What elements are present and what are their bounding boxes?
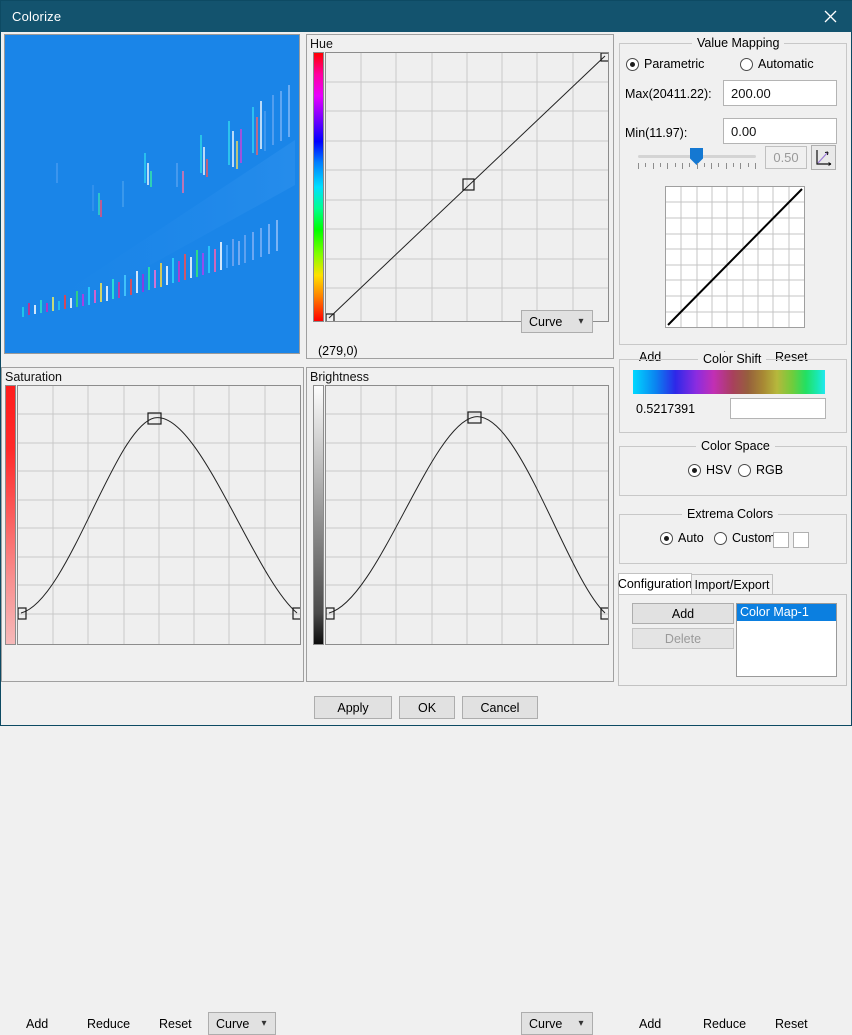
saturation-reduce-button[interactable]: Reduce (87, 1017, 130, 1031)
radio-custom-label: Custom (732, 531, 775, 545)
hue-curve-plot[interactable] (325, 52, 609, 322)
chevron-down-icon: ▾ (570, 1018, 592, 1029)
radio-dot-icon (660, 532, 673, 545)
colorize-dialog: Colorize (0, 0, 852, 726)
brightness-curve-graph (326, 386, 608, 644)
configuration-tab-body: Add Delete Color Map-1 (618, 594, 847, 686)
brightness-gradient-bar (313, 385, 324, 645)
max-label: Max(20411.22): (625, 87, 712, 101)
radio-rgb-label: RGB (756, 463, 783, 477)
value-mapping-graph (665, 186, 805, 328)
extrema-swatch-2[interactable] (793, 532, 809, 548)
apply-label: Apply (337, 701, 368, 715)
radio-auto[interactable]: Auto (660, 531, 704, 545)
saturation-panel: Saturation Add Reduce (1, 367, 304, 682)
mapping-graph-render (666, 187, 804, 327)
hue-curve-type-select[interactable]: Curve ▾ (521, 310, 593, 333)
radio-custom[interactable]: Custom (714, 531, 775, 545)
hue-panel-title: Hue (310, 37, 333, 51)
hue-curve-type-value: Curve (522, 315, 570, 329)
color-shift-label: Color Shift (698, 352, 766, 366)
list-item[interactable]: Color Map-1 (737, 604, 836, 621)
color-shift-group: Color Shift 0.5217391 (619, 359, 847, 433)
saturation-gradient-bar (5, 385, 16, 645)
ok-button[interactable]: OK (399, 696, 455, 719)
brightness-reset-button[interactable]: Reset (775, 1017, 808, 1031)
hue-coord-readout: (279,0) (318, 344, 358, 358)
saturation-curve-plot[interactable] (17, 385, 301, 645)
extrema-colors-group: Extrema Colors Auto Custom (619, 514, 847, 564)
saturation-reset-button[interactable]: Reset (159, 1017, 192, 1031)
tab-configuration-label: Configuration (618, 577, 692, 591)
radio-auto-label: Auto (678, 531, 704, 545)
slider-value-text: 0.50 (773, 150, 798, 165)
chevron-down-icon: ▾ (253, 1018, 275, 1029)
radio-automatic[interactable]: Automatic (740, 57, 814, 71)
axis-curve-icon (815, 149, 832, 166)
radio-parametric-label: Parametric (644, 57, 704, 71)
brightness-panel-title: Brightness (310, 370, 369, 384)
cancel-label: Cancel (481, 701, 520, 715)
radio-dot-icon (626, 58, 639, 71)
max-value-field[interactable]: 200.00 (723, 80, 837, 106)
hue-curve-graph (326, 53, 608, 321)
color-shift-gradient[interactable] (633, 370, 825, 394)
tab-import-export-label: Import/Export (694, 578, 769, 592)
color-shift-value: 0.5217391 (636, 402, 695, 416)
radio-dot-icon (738, 464, 751, 477)
hue-panel: Hue Add (306, 34, 614, 359)
curve-editor-button[interactable] (811, 145, 836, 170)
tab-import-export[interactable]: Import/Export (691, 574, 773, 595)
hue-gradient-bar (313, 52, 324, 322)
saturation-add-button[interactable]: Add (26, 1017, 48, 1031)
brightness-reduce-button[interactable]: Reduce (703, 1017, 746, 1031)
max-value-text: 200.00 (731, 86, 771, 101)
config-add-button[interactable]: Add (632, 603, 734, 624)
extrema-colors-label: Extrema Colors (682, 507, 778, 521)
window-title: Colorize (12, 9, 61, 24)
saturation-curve-type-select[interactable]: Curve ▾ (208, 1012, 276, 1035)
brightness-add-button[interactable]: Add (639, 1017, 661, 1031)
min-value-field[interactable]: 0.00 (723, 118, 837, 144)
config-add-label: Add (672, 607, 694, 621)
value-mapping-label: Value Mapping (692, 36, 784, 50)
radio-hsv-label: HSV (706, 463, 732, 477)
color-map-list[interactable]: Color Map-1 (736, 603, 837, 677)
radio-rgb[interactable]: RGB (738, 463, 783, 477)
slider-ticks (638, 163, 756, 169)
brightness-curve-plot[interactable] (325, 385, 609, 645)
ok-label: OK (418, 701, 436, 715)
image-preview[interactable] (4, 34, 300, 354)
brightness-curve-type-select[interactable]: Curve ▾ (521, 1012, 593, 1035)
min-label: Min(11.97): (625, 126, 687, 140)
radio-dot-icon (714, 532, 727, 545)
brightness-curve-type-value: Curve (522, 1017, 570, 1031)
slider-value-field: 0.50 (765, 146, 807, 169)
radio-dot-icon (740, 58, 753, 71)
color-space-label: Color Space (696, 439, 775, 453)
cancel-button[interactable]: Cancel (462, 696, 538, 719)
color-space-group: Color Space HSV RGB (619, 446, 847, 496)
apply-button[interactable]: Apply (314, 696, 392, 719)
saturation-curve-graph (18, 386, 300, 644)
saturation-curve-type-value: Curve (209, 1017, 253, 1031)
tab-configuration[interactable]: Configuration (618, 573, 692, 595)
saturation-panel-title: Saturation (5, 370, 62, 384)
close-button[interactable] (807, 1, 852, 32)
radio-parametric[interactable]: Parametric (626, 57, 704, 71)
close-icon (824, 10, 837, 23)
config-delete-label: Delete (665, 632, 701, 646)
min-value-text: 0.00 (731, 124, 756, 139)
brightness-panel: Brightness Add Reduce (306, 367, 614, 682)
value-mapping-group: Value Mapping Parametric Automatic Max(2… (619, 43, 847, 345)
config-delete-button: Delete (632, 628, 734, 649)
radio-automatic-label: Automatic (758, 57, 814, 71)
extrema-swatch-1[interactable] (773, 532, 789, 548)
chevron-down-icon: ▾ (570, 316, 592, 327)
preview-render (5, 35, 299, 353)
radio-hsv[interactable]: HSV (688, 463, 732, 477)
title-bar: Colorize (1, 1, 852, 32)
color-shift-field[interactable] (730, 398, 826, 419)
radio-dot-icon (688, 464, 701, 477)
